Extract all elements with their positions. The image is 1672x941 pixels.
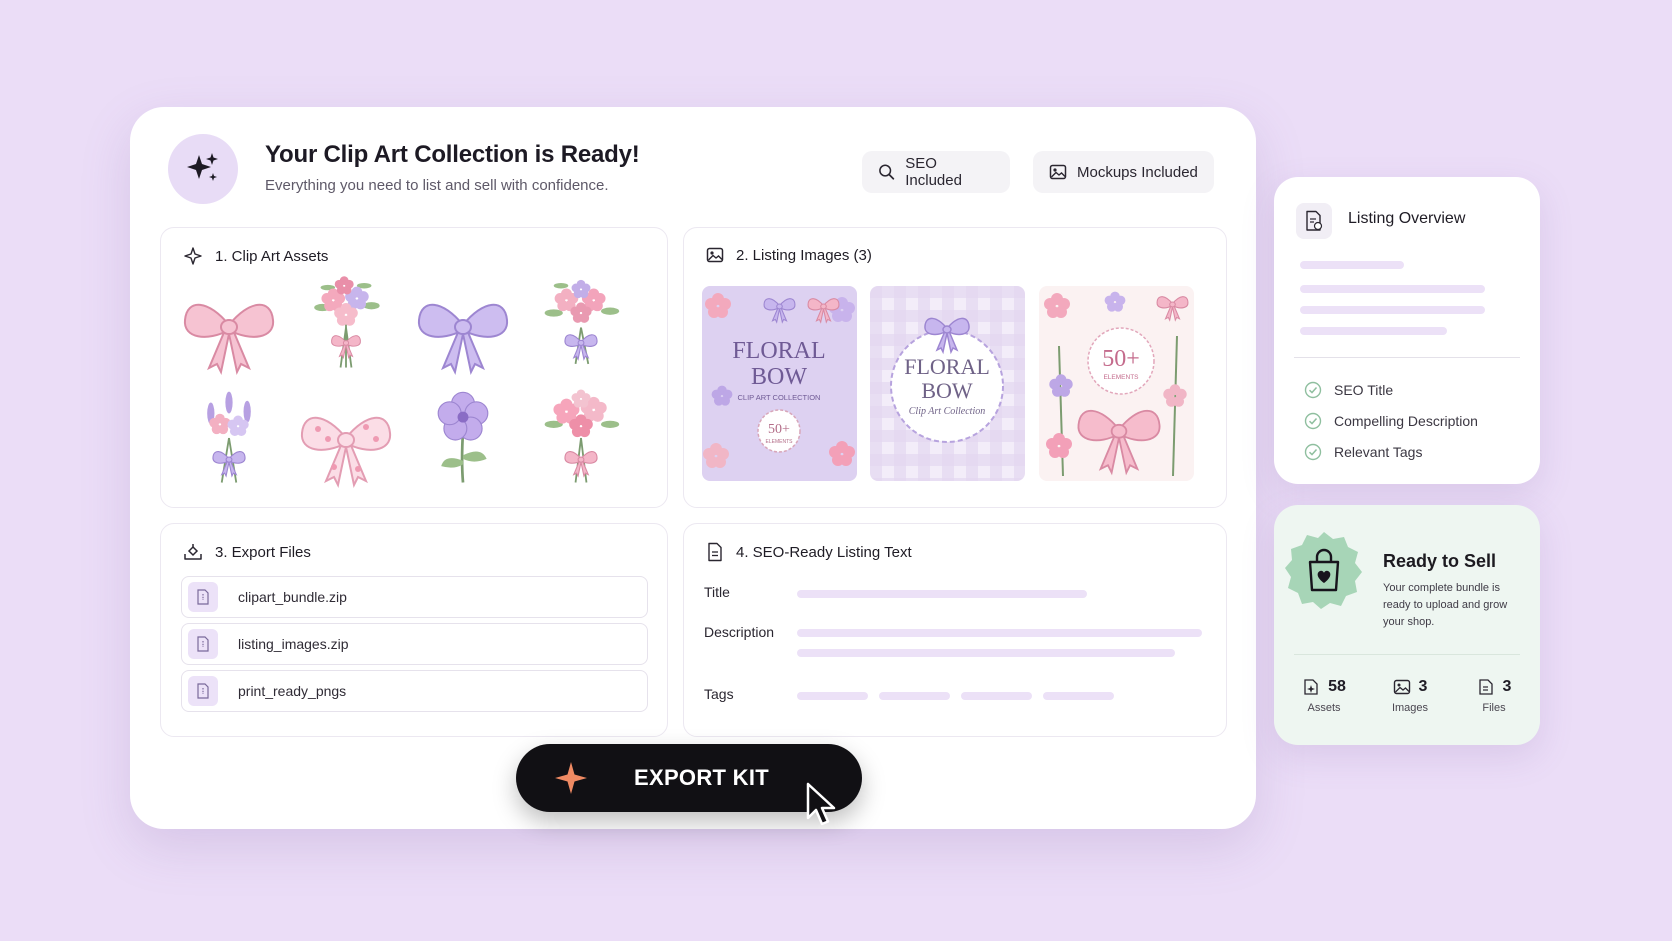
sparkle-star-icon: [555, 762, 587, 794]
image-icon: [706, 247, 724, 263]
listing-3-badge-label: ELEMENTS: [1103, 374, 1139, 381]
document-check-icon: [1296, 203, 1332, 239]
seo-tag-placeholder: [961, 692, 1032, 700]
check-compelling-description: Compelling Description: [1304, 412, 1478, 430]
check-label: SEO Title: [1334, 382, 1394, 398]
sparkle-icon: [168, 134, 238, 204]
section-title-listing-images: 2. Listing Images (3): [736, 246, 872, 264]
clipart-lavender-bow[interactable]: [413, 280, 513, 380]
ready-description: Your complete bundle is ready to upload …: [1383, 582, 1508, 628]
seo-listing-text-panel: 4. SEO-Ready Listing Text Title Descript…: [683, 523, 1227, 737]
export-box-icon: [184, 544, 202, 560]
export-files-panel: 3. Export Files clipart_bundle.zip listi…: [160, 523, 668, 737]
sparkle-outline-icon: [184, 247, 202, 265]
clipart-pink-flower-bouquet[interactable]: [531, 388, 631, 488]
listing-2-subtitle: Clip Art Collection: [909, 406, 985, 417]
listing-image-3[interactable]: 50+ ELEMENTS: [1039, 286, 1194, 481]
clip-art-assets-panel: 1. Clip Art Assets: [160, 227, 668, 508]
clipart-purple-flower[interactable]: [413, 388, 513, 488]
ready-to-sell-card: Ready to Sell Your complete bundle is re…: [1274, 505, 1540, 745]
mockups-included-chip[interactable]: Mockups Included: [1033, 151, 1214, 193]
check-label: Relevant Tags: [1334, 444, 1423, 460]
zip-file-icon: [188, 629, 218, 659]
file-row-print-ready-pngs[interactable]: print_ready_pngs: [181, 670, 648, 712]
page-title: Your Clip Art Collection is Ready!: [265, 141, 640, 168]
seo-tag-placeholder: [797, 692, 868, 700]
page-subtitle: Everything you need to list and sell wit…: [265, 177, 609, 194]
ready-title: Ready to Sell: [1383, 551, 1497, 571]
seo-tag-placeholder: [879, 692, 950, 700]
stat-images: 3 Images: [1380, 678, 1440, 714]
check-label: Compelling Description: [1334, 413, 1478, 429]
stat-value: 58: [1328, 678, 1346, 695]
check-circle-icon: [1304, 412, 1322, 430]
seo-included-label: SEO Included: [905, 155, 962, 189]
clipart-pink-bow[interactable]: [179, 280, 279, 380]
listing-1-title-line1: FLORAL: [732, 338, 825, 364]
overview-placeholder-line: [1300, 306, 1485, 314]
clipart-lavender-bouquet[interactable]: [531, 273, 631, 373]
ready-divider: [1294, 654, 1520, 655]
check-seo-title: SEO Title: [1304, 381, 1393, 399]
file-name: print_ready_pngs: [238, 683, 347, 699]
image-icon: [1049, 164, 1067, 180]
stat-label: Files: [1482, 702, 1506, 714]
listing-3-badge-number: 50+: [1102, 346, 1140, 372]
zip-file-icon: [188, 582, 218, 612]
seo-tag-placeholder: [1043, 692, 1114, 700]
assets-icon: [1304, 679, 1318, 695]
section-title-export: 3. Export Files: [215, 543, 311, 561]
collection-card: Your Clip Art Collection is Ready! Every…: [130, 107, 1256, 829]
file-icon: [1478, 679, 1493, 695]
stat-value: 3: [1502, 678, 1512, 695]
document-icon: [708, 542, 722, 562]
listing-image-1[interactable]: FLORAL BOW CLIP ART COLLECTION 50+ ELEME…: [702, 286, 857, 481]
image-icon: [1393, 679, 1410, 695]
seo-included-chip[interactable]: SEO Included: [862, 151, 1010, 193]
search-icon: [879, 164, 895, 180]
clipart-floral-bouquet[interactable]: [296, 273, 396, 373]
check-relevant-tags: Relevant Tags: [1304, 443, 1422, 461]
check-circle-icon: [1304, 381, 1322, 399]
export-kit-label: EXPORT KIT: [634, 765, 770, 790]
listing-2-title-line1: FLORAL: [904, 354, 990, 379]
file-name: listing_images.zip: [238, 636, 349, 652]
listing-2-title-line2: BOW: [921, 378, 973, 403]
section-title-assets: 1. Clip Art Assets: [215, 247, 329, 265]
listing-1-badge-number: 50+: [768, 422, 790, 437]
listing-1-subtitle: CLIP ART COLLECTION: [738, 393, 821, 402]
stat-label: Images: [1391, 702, 1429, 714]
section-title-seo: 4. SEO-Ready Listing Text: [736, 543, 912, 561]
stat-label: Assets: [1307, 702, 1341, 714]
listing-overview-card: Listing Overview SEO Title Compelling De…: [1274, 177, 1540, 484]
file-row-clipart-bundle[interactable]: clipart_bundle.zip: [181, 576, 648, 618]
clipart-floral-pink-bow[interactable]: [296, 393, 396, 493]
seo-description-placeholder-line: [797, 629, 1202, 637]
clipart-lavender-sprig-bouquet[interactable]: [179, 388, 279, 488]
seo-tags-label: Tags: [704, 686, 734, 702]
listing-image-2[interactable]: FLORAL BOW Clip Art Collection: [870, 286, 1025, 481]
overview-placeholder-line: [1300, 327, 1447, 335]
zip-file-icon: [188, 676, 218, 706]
mouse-pointer-icon: [806, 782, 836, 826]
overview-divider: [1294, 357, 1520, 358]
seo-description-label: Description: [704, 624, 775, 640]
stat-assets: 58 Assets: [1294, 678, 1354, 714]
overview-placeholder-line: [1300, 261, 1404, 269]
seo-description-placeholder-line: [797, 649, 1175, 657]
stat-value: 3: [1418, 678, 1428, 695]
listing-1-badge-label: ELEMENTS: [766, 439, 794, 445]
mockups-included-label: Mockups Included: [1077, 163, 1198, 181]
overview-placeholder-line: [1300, 285, 1485, 293]
file-name: clipart_bundle.zip: [238, 589, 347, 605]
listing-1-title-line2: BOW: [751, 364, 807, 390]
listing-images-panel: 2. Listing Images (3) FLORAL BOW CLIP AR…: [683, 227, 1227, 508]
file-row-listing-images[interactable]: listing_images.zip: [181, 623, 648, 665]
seo-title-label: Title: [704, 584, 730, 600]
shopping-bag-heart-icon: [1285, 532, 1362, 609]
check-circle-icon: [1304, 443, 1322, 461]
overview-title: Listing Overview: [1348, 210, 1466, 227]
seo-title-placeholder: [797, 590, 1087, 598]
stat-files: 3 Files: [1464, 678, 1524, 714]
